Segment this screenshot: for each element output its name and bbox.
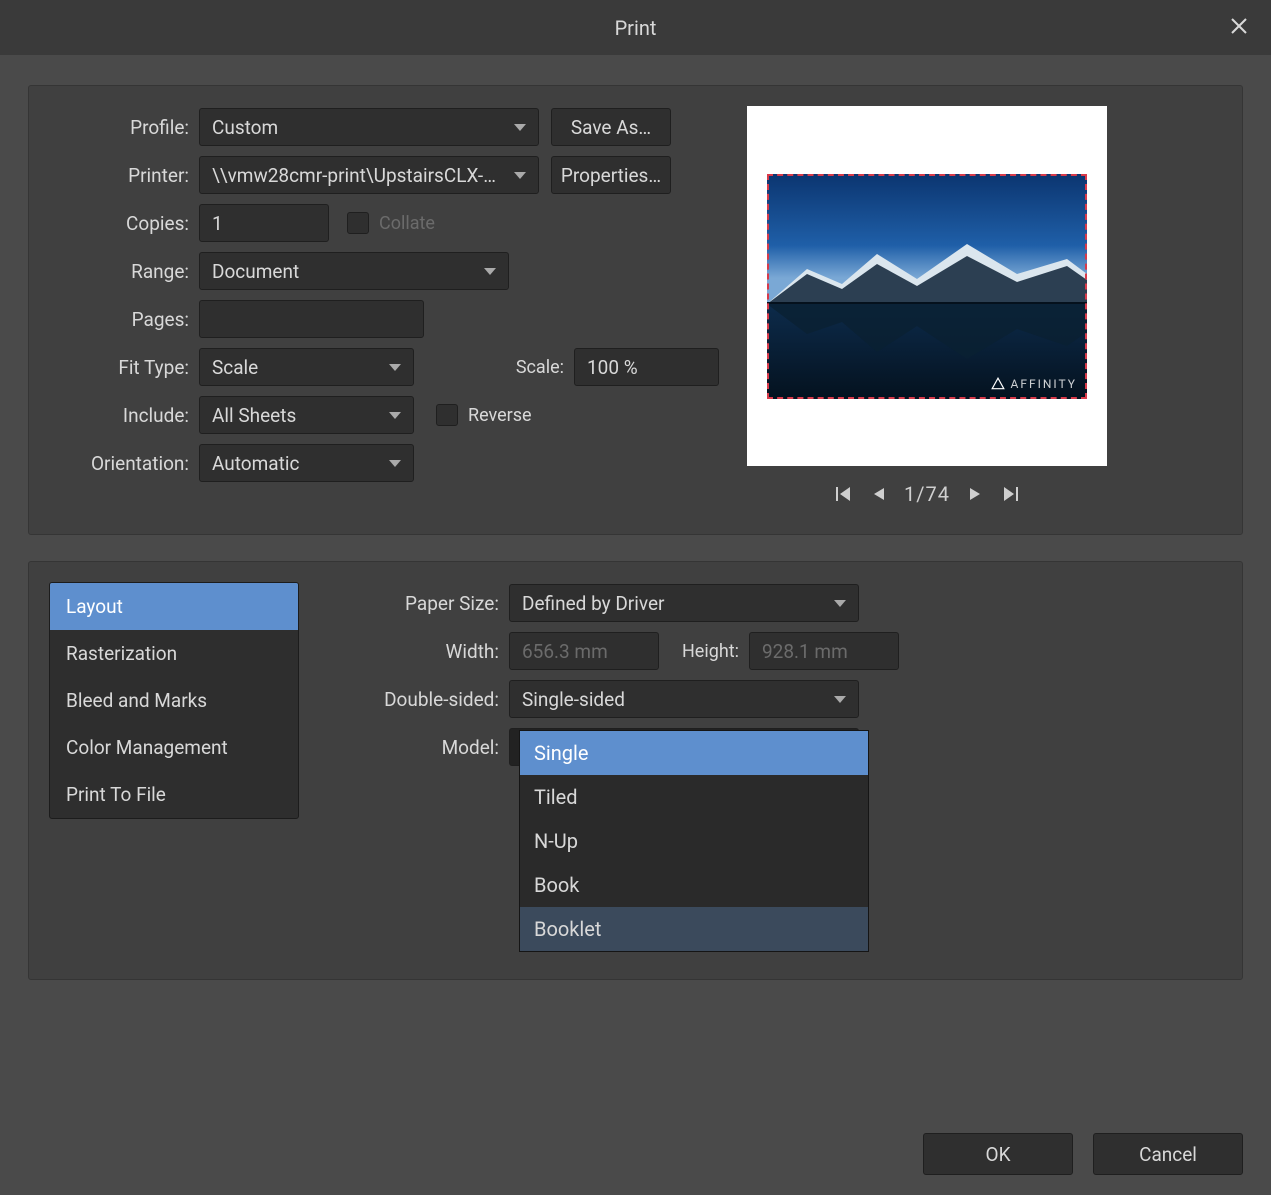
width-input: 656.3 mm <box>509 632 659 670</box>
copies-label: Copies: <box>49 212 199 235</box>
profile-dropdown[interactable]: Custom <box>199 108 539 146</box>
pages-input[interactable] <box>199 300 424 338</box>
model-option-tiled[interactable]: Tiled <box>520 775 868 819</box>
range-dropdown[interactable]: Document <box>199 252 509 290</box>
model-option-book[interactable]: Book <box>520 863 868 907</box>
height-input: 928.1 mm <box>749 632 899 670</box>
width-label: Width: <box>339 640 509 663</box>
sidebar-item-print-to-file[interactable]: Print To File <box>50 771 298 818</box>
preview-paper: AFFINITY <box>747 106 1107 466</box>
ok-button[interactable]: OK <box>923 1133 1073 1175</box>
first-page-button[interactable] <box>834 485 852 503</box>
pages-label: Pages: <box>49 308 199 331</box>
double-sided-label: Double-sided: <box>339 688 509 711</box>
settings-sidebar: Layout Rasterization Bleed and Marks Col… <box>49 582 299 819</box>
collate-checkbox <box>347 212 369 234</box>
next-icon <box>968 486 984 502</box>
skip-last-icon <box>1002 485 1020 503</box>
print-form: Profile: Custom Save As… Printer: \\vmw2… <box>49 106 719 506</box>
printer-label: Printer: <box>49 164 199 187</box>
printer-dropdown[interactable]: \\vmw28cmr-print\UpstairsCLX-9251 <box>199 156 539 194</box>
preview-image: AFFINITY <box>767 174 1087 399</box>
close-icon <box>1231 18 1247 34</box>
reverse-checkbox[interactable] <box>436 404 458 426</box>
properties-button[interactable]: Properties… <box>551 156 671 194</box>
preview-column: AFFINITY 1/74 <box>747 106 1107 506</box>
model-option-single[interactable]: Single <box>520 731 868 775</box>
titlebar: Print <box>0 0 1271 55</box>
model-option-booklet[interactable]: Booklet <box>520 907 868 951</box>
paper-size-label: Paper Size: <box>339 592 509 615</box>
prev-icon <box>870 486 886 502</box>
last-page-button[interactable] <box>1002 485 1020 503</box>
page-indicator: 1/74 <box>904 482 950 506</box>
next-page-button[interactable] <box>968 486 984 502</box>
fit-type-label: Fit Type: <box>49 356 199 379</box>
height-label: Height: <box>659 641 749 662</box>
model-dropdown-list[interactable]: Single Tiled N-Up Book Booklet <box>519 730 869 952</box>
sidebar-item-color-management[interactable]: Color Management <box>50 724 298 771</box>
affinity-logo-icon <box>991 377 1005 391</box>
scale-label: Scale: <box>414 357 574 378</box>
layout-settings-panel: Layout Rasterization Bleed and Marks Col… <box>28 561 1243 980</box>
orientation-label: Orientation: <box>49 452 199 475</box>
sidebar-item-bleed-marks[interactable]: Bleed and Marks <box>50 677 298 724</box>
reverse-label: Reverse <box>468 405 532 426</box>
preview-pager: 1/74 <box>834 482 1020 506</box>
scale-input[interactable]: 100 % <box>574 348 719 386</box>
range-label: Range: <box>49 260 199 283</box>
sidebar-item-rasterization[interactable]: Rasterization <box>50 630 298 677</box>
prev-page-button[interactable] <box>870 486 886 502</box>
affinity-watermark: AFFINITY <box>991 377 1077 391</box>
cancel-button[interactable]: Cancel <box>1093 1133 1243 1175</box>
include-dropdown[interactable]: All Sheets <box>199 396 414 434</box>
close-button[interactable] <box>1221 8 1257 44</box>
print-options-panel: Profile: Custom Save As… Printer: \\vmw2… <box>28 85 1243 535</box>
fit-type-dropdown[interactable]: Scale <box>199 348 414 386</box>
sidebar-item-layout[interactable]: Layout <box>50 583 298 630</box>
double-sided-dropdown[interactable]: Single-sided <box>509 680 859 718</box>
preview-svg <box>767 174 1087 399</box>
paper-size-dropdown[interactable]: Defined by Driver <box>509 584 859 622</box>
dialog-title: Print <box>615 16 657 40</box>
collate-label: Collate <box>379 213 435 234</box>
copies-input[interactable]: 1 <box>199 204 329 242</box>
skip-first-icon <box>834 485 852 503</box>
save-as-button[interactable]: Save As… <box>551 108 671 146</box>
profile-label: Profile: <box>49 116 199 139</box>
model-option-nup[interactable]: N-Up <box>520 819 868 863</box>
dialog-footer: OK Cancel <box>923 1133 1243 1175</box>
include-label: Include: <box>49 404 199 427</box>
orientation-dropdown[interactable]: Automatic <box>199 444 414 482</box>
model-label: Model: <box>339 736 509 759</box>
